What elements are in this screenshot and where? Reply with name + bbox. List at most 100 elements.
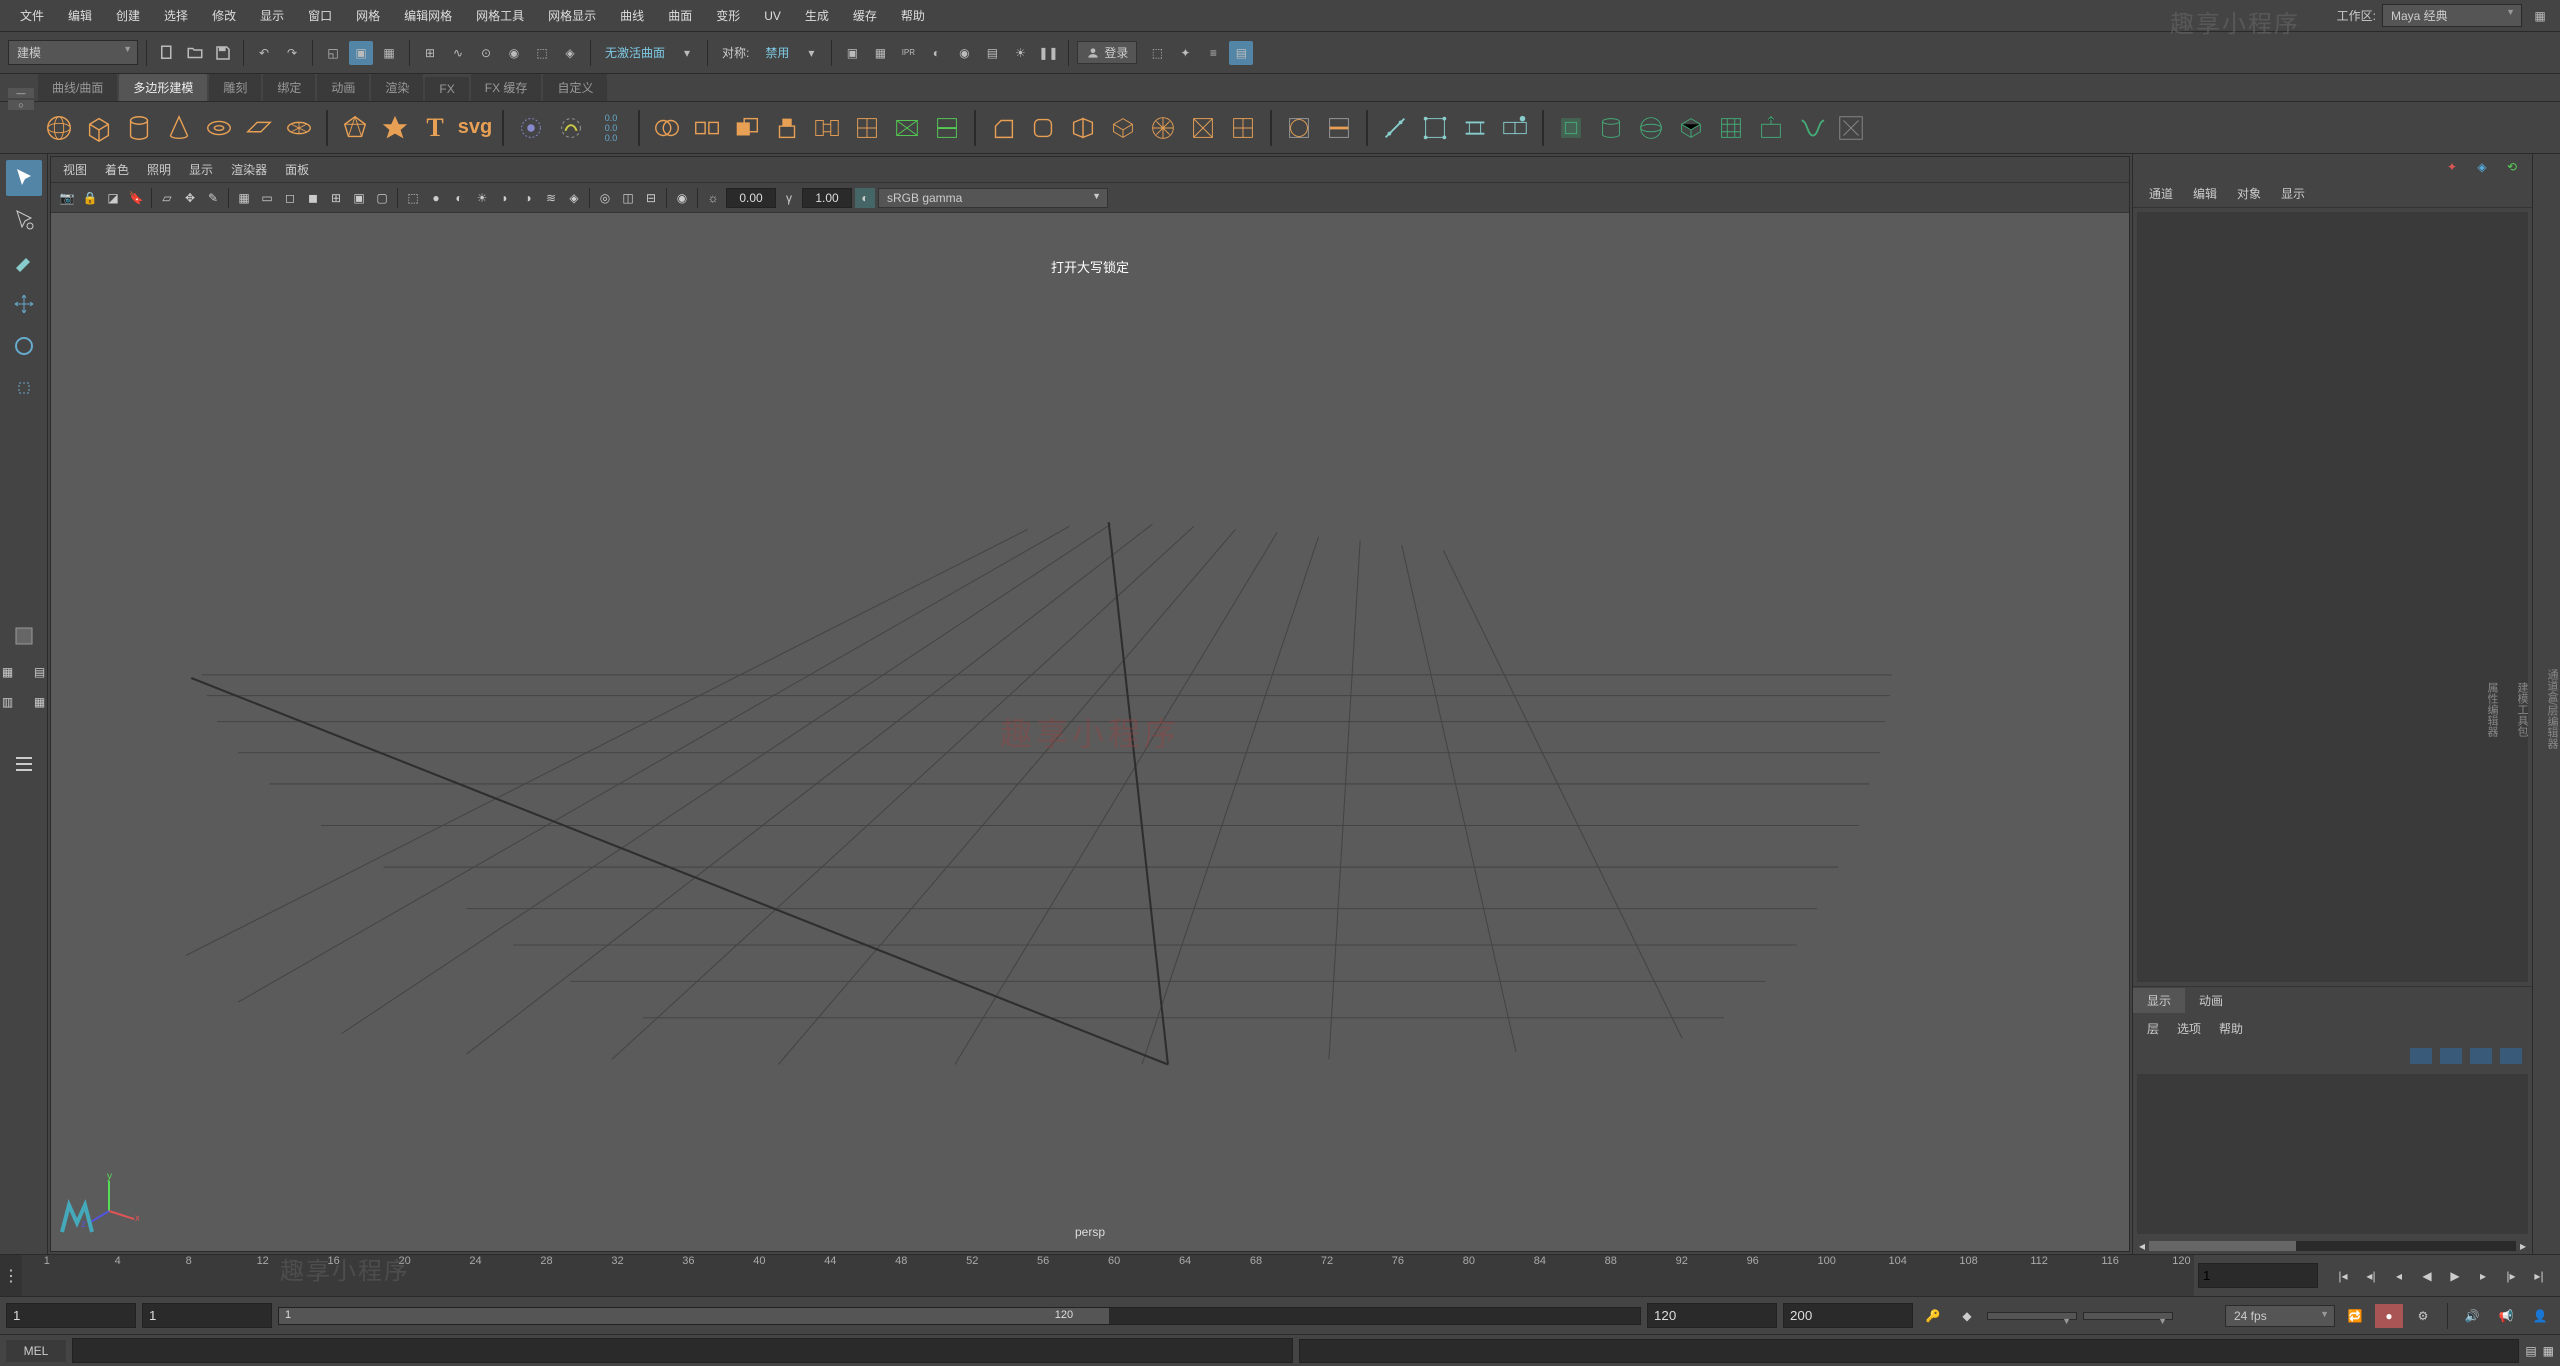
two-pane-v-layout[interactable]: ▥ bbox=[0, 690, 23, 714]
shelf-tab-polymodeling[interactable]: 多边形建模 bbox=[119, 74, 207, 101]
bevel-icon[interactable] bbox=[986, 111, 1020, 145]
poly-cylinder-icon[interactable] bbox=[122, 111, 156, 145]
vp-grease-icon[interactable]: ✎ bbox=[203, 188, 223, 208]
anim-start-field[interactable] bbox=[6, 1303, 136, 1328]
step-fwd-frame-button[interactable]: ▸ bbox=[2470, 1263, 2496, 1289]
uv-cylindrical-icon[interactable] bbox=[1594, 111, 1628, 145]
toggle-humanik-icon[interactable]: ✦ bbox=[1173, 41, 1197, 65]
anim-end-field[interactable] bbox=[1783, 1303, 1913, 1328]
uv-spherical-icon[interactable] bbox=[1634, 111, 1668, 145]
workspace-layout-icon[interactable]: ▦ bbox=[2528, 4, 2552, 28]
quadrangulate-icon[interactable] bbox=[1226, 111, 1260, 145]
cmd-help-icon[interactable]: ▦ bbox=[2543, 1344, 2554, 1358]
multicut-icon[interactable] bbox=[1378, 111, 1412, 145]
mirror-icon[interactable] bbox=[1066, 111, 1100, 145]
render-frame-icon[interactable]: ▣ bbox=[840, 41, 864, 65]
vp-film-gate-icon[interactable]: ▭ bbox=[257, 188, 277, 208]
render-pause-icon[interactable]: ❚❚ bbox=[1036, 41, 1060, 65]
snap-point-icon[interactable]: ⊙ bbox=[474, 41, 498, 65]
shelf-tab-animation[interactable]: 动画 bbox=[317, 74, 369, 101]
vp-exposure-value[interactable]: 0.00 bbox=[726, 188, 776, 208]
vp-xray-icon[interactable]: ◫ bbox=[618, 188, 638, 208]
shelf-tab-rendering[interactable]: 渲染 bbox=[371, 74, 423, 101]
live-surface-dropdown-icon[interactable]: ▾ bbox=[675, 41, 699, 65]
go-start-button[interactable]: |◂ bbox=[2330, 1263, 2356, 1289]
symmetry-value[interactable]: 禁用 bbox=[759, 44, 795, 61]
vp-grid-icon[interactable]: ▦ bbox=[234, 188, 254, 208]
vp-gamma-icon[interactable]: γ bbox=[779, 188, 799, 208]
layer-down-icon[interactable] bbox=[2500, 1048, 2522, 1064]
vp-textured-icon[interactable]: ◐ bbox=[449, 188, 469, 208]
poly-torus-icon[interactable] bbox=[202, 111, 236, 145]
redo-icon[interactable]: ↷ bbox=[280, 41, 304, 65]
triangulate-icon[interactable] bbox=[1186, 111, 1220, 145]
quad-draw-icon[interactable] bbox=[1498, 111, 1532, 145]
menu-meshdisplay[interactable]: 网格显示 bbox=[536, 3, 608, 28]
workspace-dropdown[interactable]: Maya 经典 bbox=[2382, 4, 2522, 27]
vp-colormgmt-toggle-icon[interactable]: ◐ bbox=[855, 188, 875, 208]
vp-isolate-icon[interactable]: ◎ bbox=[595, 188, 615, 208]
platonic-icon[interactable] bbox=[338, 111, 372, 145]
range-slider[interactable]: 1 120 bbox=[278, 1307, 1641, 1325]
svg-icon[interactable]: svg bbox=[458, 111, 492, 145]
vp-menu-panels[interactable]: 面板 bbox=[285, 161, 309, 178]
play-back-button[interactable]: ◀ bbox=[2414, 1263, 2440, 1289]
new-scene-icon[interactable] bbox=[155, 41, 179, 65]
extrude-icon[interactable] bbox=[770, 111, 804, 145]
smooth-icon[interactable] bbox=[1026, 111, 1060, 145]
menu-meshtools[interactable]: 网格工具 bbox=[464, 3, 536, 28]
sculpt-icon[interactable] bbox=[554, 111, 588, 145]
paint-select-tool[interactable] bbox=[6, 244, 42, 280]
target-weld-icon[interactable] bbox=[1418, 111, 1452, 145]
uv-auto-icon[interactable] bbox=[1674, 111, 1708, 145]
vp-safe-title-icon[interactable]: ▢ bbox=[372, 188, 392, 208]
select-hierarchy-icon[interactable]: ◱ bbox=[321, 41, 345, 65]
fillhole-icon[interactable] bbox=[890, 111, 924, 145]
timeslider-grip[interactable]: ⋮ bbox=[0, 1255, 22, 1296]
subdiv-proxy-icon[interactable] bbox=[1282, 111, 1316, 145]
four-pane-layout[interactable]: ▦ bbox=[0, 660, 23, 684]
shelf-tab-curves[interactable]: 曲线/曲面 bbox=[38, 74, 117, 101]
super-shape-icon[interactable] bbox=[378, 111, 412, 145]
vp-smooth-shade-icon[interactable]: ● bbox=[426, 188, 446, 208]
append-icon[interactable] bbox=[850, 111, 884, 145]
poly-type-icon[interactable]: T bbox=[418, 111, 452, 145]
shelf-tab-fx[interactable]: FX bbox=[425, 77, 468, 101]
fps-dropdown[interactable]: 24 fps bbox=[2225, 1305, 2335, 1327]
step-back-key-button[interactable]: ◂| bbox=[2358, 1263, 2384, 1289]
uv-normal-icon[interactable] bbox=[1754, 111, 1788, 145]
render-sequence-icon[interactable]: ▦ bbox=[868, 41, 892, 65]
snap-grid-icon[interactable]: ⊞ bbox=[418, 41, 442, 65]
tab-show[interactable]: 显示 bbox=[2281, 185, 2305, 202]
step-fwd-key-button[interactable]: |▸ bbox=[2498, 1263, 2524, 1289]
reset-xform-icon[interactable]: 0.00.00.0 bbox=[594, 111, 628, 145]
menu-modify[interactable]: 修改 bbox=[200, 3, 248, 28]
script-editor-icon[interactable]: ▤ bbox=[2525, 1344, 2536, 1358]
shelf-tab-fxcache[interactable]: FX 缓存 bbox=[471, 74, 542, 101]
vp-menu-renderer[interactable]: 渲染器 bbox=[231, 161, 267, 178]
render-settings-icon[interactable]: ◐ bbox=[924, 41, 948, 65]
range-loop-icon[interactable]: 🔁 bbox=[2341, 1304, 2369, 1328]
connect-icon[interactable] bbox=[1458, 111, 1492, 145]
view-restore-icon[interactable]: ⟲ bbox=[2500, 155, 2524, 179]
rtab-channelbox[interactable]: 通道盒/层编辑器 bbox=[2544, 669, 2560, 749]
vp-menu-lighting[interactable]: 照明 bbox=[147, 161, 171, 178]
autokey-toggle-icon[interactable]: ● bbox=[2375, 1304, 2403, 1328]
menu-edit[interactable]: 编辑 bbox=[56, 3, 104, 28]
polycut-icon[interactable] bbox=[930, 111, 964, 145]
menu-cache[interactable]: 缓存 bbox=[841, 3, 889, 28]
toggle-attreditor-icon[interactable]: ≡ bbox=[1201, 41, 1225, 65]
play-forward-button[interactable]: ▶ bbox=[2442, 1263, 2468, 1289]
vp-wireframe-icon[interactable]: ⬚ bbox=[403, 188, 423, 208]
vp-camera-attr-icon[interactable]: ◪ bbox=[103, 188, 123, 208]
poly-cube-icon[interactable] bbox=[82, 111, 116, 145]
undo-icon[interactable]: ↶ bbox=[252, 41, 276, 65]
rtab-modeltoolkit[interactable]: 建模工具包 bbox=[2514, 682, 2530, 737]
snap-viewplane-icon[interactable]: ⬚ bbox=[530, 41, 554, 65]
menu-mesh[interactable]: 网格 bbox=[344, 3, 392, 28]
go-end-button[interactable]: ▸| bbox=[2526, 1263, 2552, 1289]
audio-volume-icon[interactable]: 📢 bbox=[2492, 1304, 2520, 1328]
current-frame-field[interactable] bbox=[2198, 1263, 2318, 1288]
shelf-tab-custom[interactable]: 自定义 bbox=[543, 74, 607, 101]
playback-loop-dropdown[interactable] bbox=[2083, 1312, 2173, 1320]
